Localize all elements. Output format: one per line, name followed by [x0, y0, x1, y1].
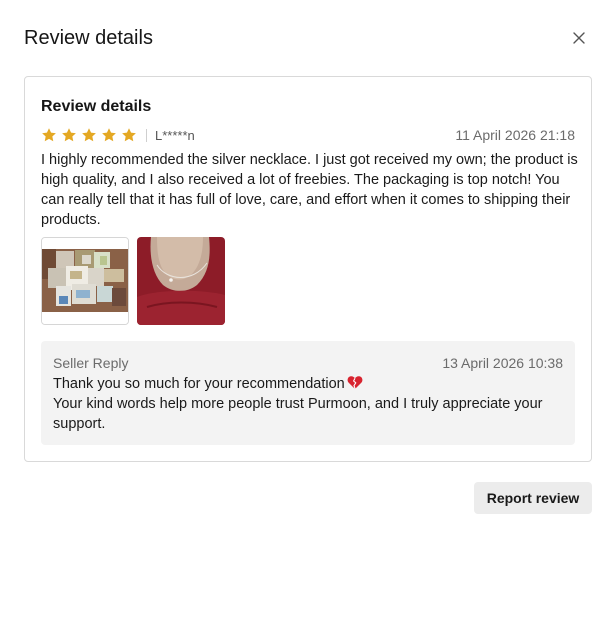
star-icon [62, 128, 76, 142]
seller-reply-label: Seller Reply [53, 355, 129, 371]
review-card-title: Review details [41, 98, 152, 115]
star-icon [42, 128, 56, 142]
review-photo-package[interactable] [41, 237, 129, 325]
review-date: 11 April 2026 21:18 [455, 127, 575, 143]
close-icon [573, 32, 585, 44]
report-review-button[interactable]: Report review [474, 482, 592, 514]
review-photo-package-image [42, 238, 128, 324]
review-text: I highly recommended the silver necklace… [41, 152, 578, 228]
close-button[interactable] [569, 28, 589, 48]
review-meta: L*****n 11 April 2026 21:18 [41, 126, 575, 144]
meta-divider [146, 128, 147, 142]
seller-reply-line-2: Your kind words help more people trust P… [53, 396, 543, 432]
modal-title: Review details [24, 27, 153, 49]
review-photo-necklace[interactable] [137, 237, 225, 325]
star-icon [82, 128, 96, 142]
seller-reply-line-1: Thank you so much for your recommendatio… [53, 376, 345, 392]
review-card: Review details L*****n 11 April 2026 21:… [24, 76, 592, 462]
broken-heart-icon [347, 376, 363, 390]
seller-reply-date: 13 April 2026 10:38 [442, 355, 563, 371]
star-icon [122, 128, 136, 142]
reviewer-name: L*****n [155, 127, 195, 143]
star-rating [41, 127, 137, 143]
star-icon [102, 128, 116, 142]
seller-reply-text: Thank you so much for your recommendatio… [53, 374, 568, 434]
seller-reply: Seller Reply 13 April 2026 10:38 Thank y… [41, 341, 575, 445]
review-photo-necklace-image [137, 237, 225, 325]
review-details-modal: Review details Review details L*****n 11… [0, 0, 616, 617]
